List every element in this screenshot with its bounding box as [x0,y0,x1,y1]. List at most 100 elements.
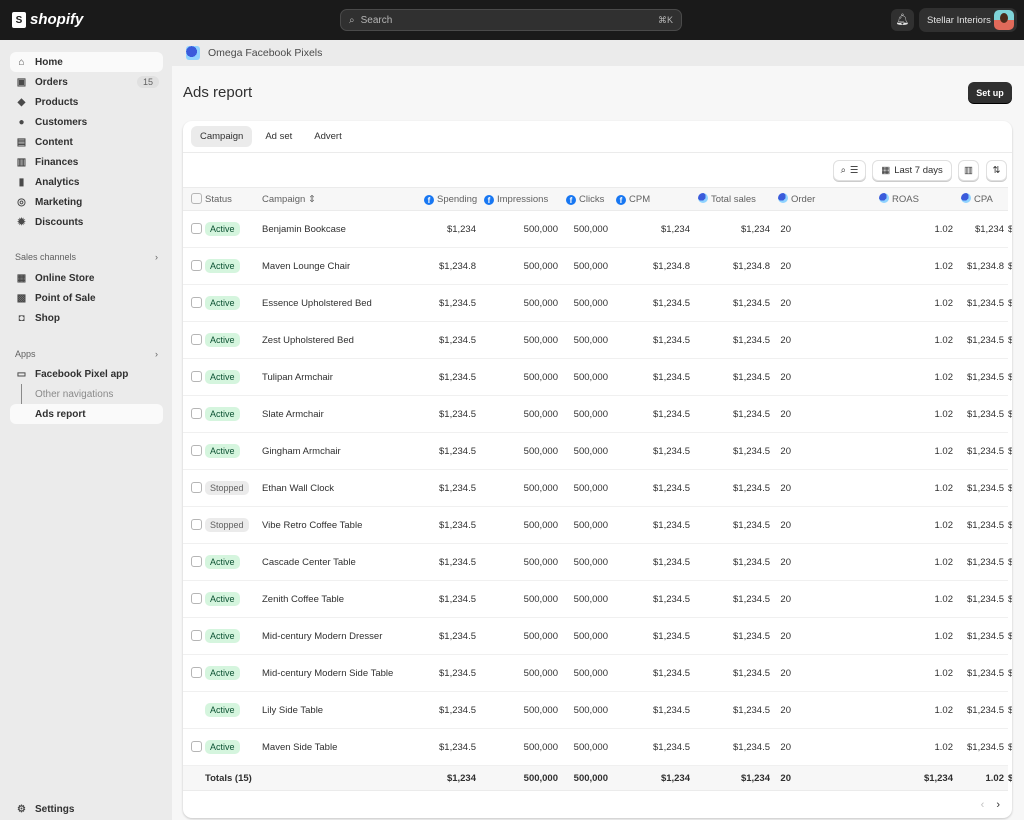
campaign-name[interactable]: Mid-century Modern Side Table [262,654,420,692]
campaign-name[interactable]: Maven Side Table [262,728,420,766]
column-header-order[interactable]: Order [774,187,815,211]
campaign-name[interactable]: Zenith Coffee Table [262,580,420,618]
cell-cpa: 1.02 [957,765,1008,791]
cell-cpa: $1,234 [957,210,1008,248]
column-label: Campaign [262,193,306,205]
campaign-name[interactable]: Ethan Wall Clock [262,469,420,507]
column-header-campaign[interactable]: Campaign ⇕ [262,187,420,211]
table-row[interactable]: Active Tulipan Armchair $1,234.5 500,000 500… [183,358,1012,396]
table-row[interactable]: Active Slate Armchair $1,234.5 500,000 500,0… [183,395,1012,433]
table-row[interactable]: Stopped Ethan Wall Clock $1,234.5 500,000 50… [183,469,1012,507]
next-page-button[interactable]: › [996,799,1000,811]
column-header-impressions[interactable]: f Impressions [480,187,562,211]
sidebar-item-discounts[interactable]: ✹ Discounts [10,212,163,232]
select-all-checkbox[interactable] [191,193,202,205]
column-header-total-sales[interactable]: Total sales [694,187,774,211]
column-header-status[interactable]: Status [205,187,262,211]
sidebar-item-shop[interactable]: ◘ Shop [10,308,163,328]
table-row[interactable]: Active Zest Upholstered Bed $1,234.5 500,00… [183,321,1012,359]
row-checkbox[interactable] [191,556,202,568]
campaign-name[interactable]: Gingham Armchair [262,432,420,470]
table-row[interactable]: Active Gingham Armchair $1,234.5 500,000 500… [183,432,1012,470]
table-row[interactable]: Active Mid-century Modern Dresser $1,234.5… [183,617,1012,655]
campaign-name[interactable]: Benjamin Bookcase [262,210,420,248]
table-row[interactable]: Active Lily Side Table $1,234.5 500,000 500,… [183,691,1012,729]
column-header-clicks[interactable]: f Clicks [562,187,612,211]
row-checkbox[interactable] [191,371,202,383]
campaign-name[interactable]: Mid-century Modern Dresser [262,617,420,655]
row-checkbox[interactable] [191,593,202,605]
sidebar-item-online-store[interactable]: ▦ Online Store [10,268,163,288]
table-row[interactable]: Active Zenith Coffee Table $1,234.5 500,000… [183,580,1012,618]
table-row[interactable]: Active Mid-century Modern Side Table $1,23… [183,654,1012,692]
row-checkbox[interactable] [191,223,202,235]
sort-icon: ⇕ [305,193,316,205]
tab-advert[interactable]: Advert [305,126,350,147]
campaign-name[interactable]: Lily Side Table [262,691,420,729]
row-checkbox[interactable] [191,630,202,642]
row-checkbox[interactable] [191,334,202,346]
row-checkbox[interactable] [191,297,202,309]
campaign-name[interactable]: Maven Lounge Chair [262,247,420,285]
sidebar-item-analytics[interactable]: ▮ Analytics [10,172,163,192]
campaign-name[interactable]: Tulipan Armchair [262,358,420,396]
sidebar-item-point-of-sale[interactable]: ▩ Point of Sale [10,288,163,308]
sidebar-item-finances[interactable]: ▥ Finances [10,152,163,172]
table-row[interactable]: Active Cascade Center Table $1,234.5 500,00… [183,543,1012,581]
column-header-roas[interactable]: ROAS [875,187,957,211]
date-range-button[interactable]: ▦ Last 7 days [872,160,952,181]
cell-clicks: 500,000 [562,728,612,766]
campaign-name[interactable]: Cascade Center Table [262,543,420,581]
campaign-name[interactable]: Vibe Retro Coffee Table [262,506,420,544]
tab-campaign[interactable]: Campaign [191,126,253,147]
cell-spending: $1,234.5 [420,543,480,581]
cell-spending: $1,234.5 [420,691,480,729]
column-header-cpm[interactable]: f CPM [612,187,694,211]
campaign-name[interactable]: Essence Upholstered Bed [262,284,420,322]
search-input[interactable]: ⌕ Search ⌘K [340,9,682,31]
row-checkbox[interactable] [191,519,202,531]
sidebar-item-products[interactable]: ◆ Products [10,92,163,112]
table-row[interactable]: Stopped Vibe Retro Coffee Table $1,234.5 50… [183,506,1012,544]
table-row[interactable]: Active Essence Upholstered Bed $1,234.5 500… [183,284,1012,322]
row-checkbox[interactable] [191,445,202,457]
set-up-button[interactable]: Set up [968,82,1012,103]
cell-spending: $1,234 [420,210,480,248]
sidebar-item-other-navigations[interactable]: Other navigations [35,389,113,400]
notifications-button[interactable]: 🔔︎ [891,9,914,31]
sidebar-item-content[interactable]: ▤ Content [10,132,163,152]
shopify-logo[interactable]: Sshopify [12,11,83,28]
row-checkbox[interactable] [191,741,202,753]
row-checkbox[interactable] [191,408,202,420]
column-header-cpa[interactable]: CPA [957,187,1008,211]
table-row[interactable]: Active Maven Side Table $1,234.5 500,000 500… [183,728,1012,766]
sidebar-item-settings[interactable]: ⚙ Settings [10,799,163,819]
sidebar-item-home[interactable]: ⌂ Home [10,52,163,72]
sidebar-item-ads-report[interactable]: Ads report [10,404,163,424]
status-cell: Active [205,617,262,655]
sidebar-item-customers[interactable]: ● Customers [10,112,163,132]
search-filter-button[interactable]: ⌕ ☰ [833,160,866,181]
table-row[interactable]: Active Benjamin Bookcase $1,234 500,000 500,… [183,210,1012,248]
tab-ad-set[interactable]: Ad set [256,126,301,147]
sidebar-item-facebook-pixel-app[interactable]: ▭ Facebook Pixel app [10,364,163,384]
totals-row: Totals (15) $1,234 500,000 500,000 $1,234 $1,… [183,765,1012,791]
row-checkbox[interactable] [191,667,202,679]
apps-header[interactable]: Apps › [15,349,158,359]
spacer [795,728,875,766]
previous-page-button[interactable]: ‹ [981,799,985,811]
empty-cell [183,765,205,791]
columns-button[interactable]: ▥ [958,160,979,181]
table-row[interactable]: Active Maven Lounge Chair $1,234.8 500,000 5… [183,247,1012,285]
row-checkbox[interactable] [191,260,202,272]
sales-channels-header[interactable]: Sales channels › [15,252,158,262]
campaign-name[interactable]: Slate Armchair [262,395,420,433]
column-header-spending[interactable]: f Spending [420,187,480,211]
campaign-name[interactable]: Zest Upholstered Bed [262,321,420,359]
sort-button[interactable]: ⇅ [986,160,1007,181]
sidebar-item-orders[interactable]: ▣ Orders 15 [10,72,163,92]
row-checkbox[interactable] [191,482,202,494]
store-menu-button[interactable]: Stellar Interiors [919,8,1017,32]
cell-clicks: 500,000 [562,617,612,655]
sidebar-item-marketing[interactable]: ◎ Marketing [10,192,163,212]
